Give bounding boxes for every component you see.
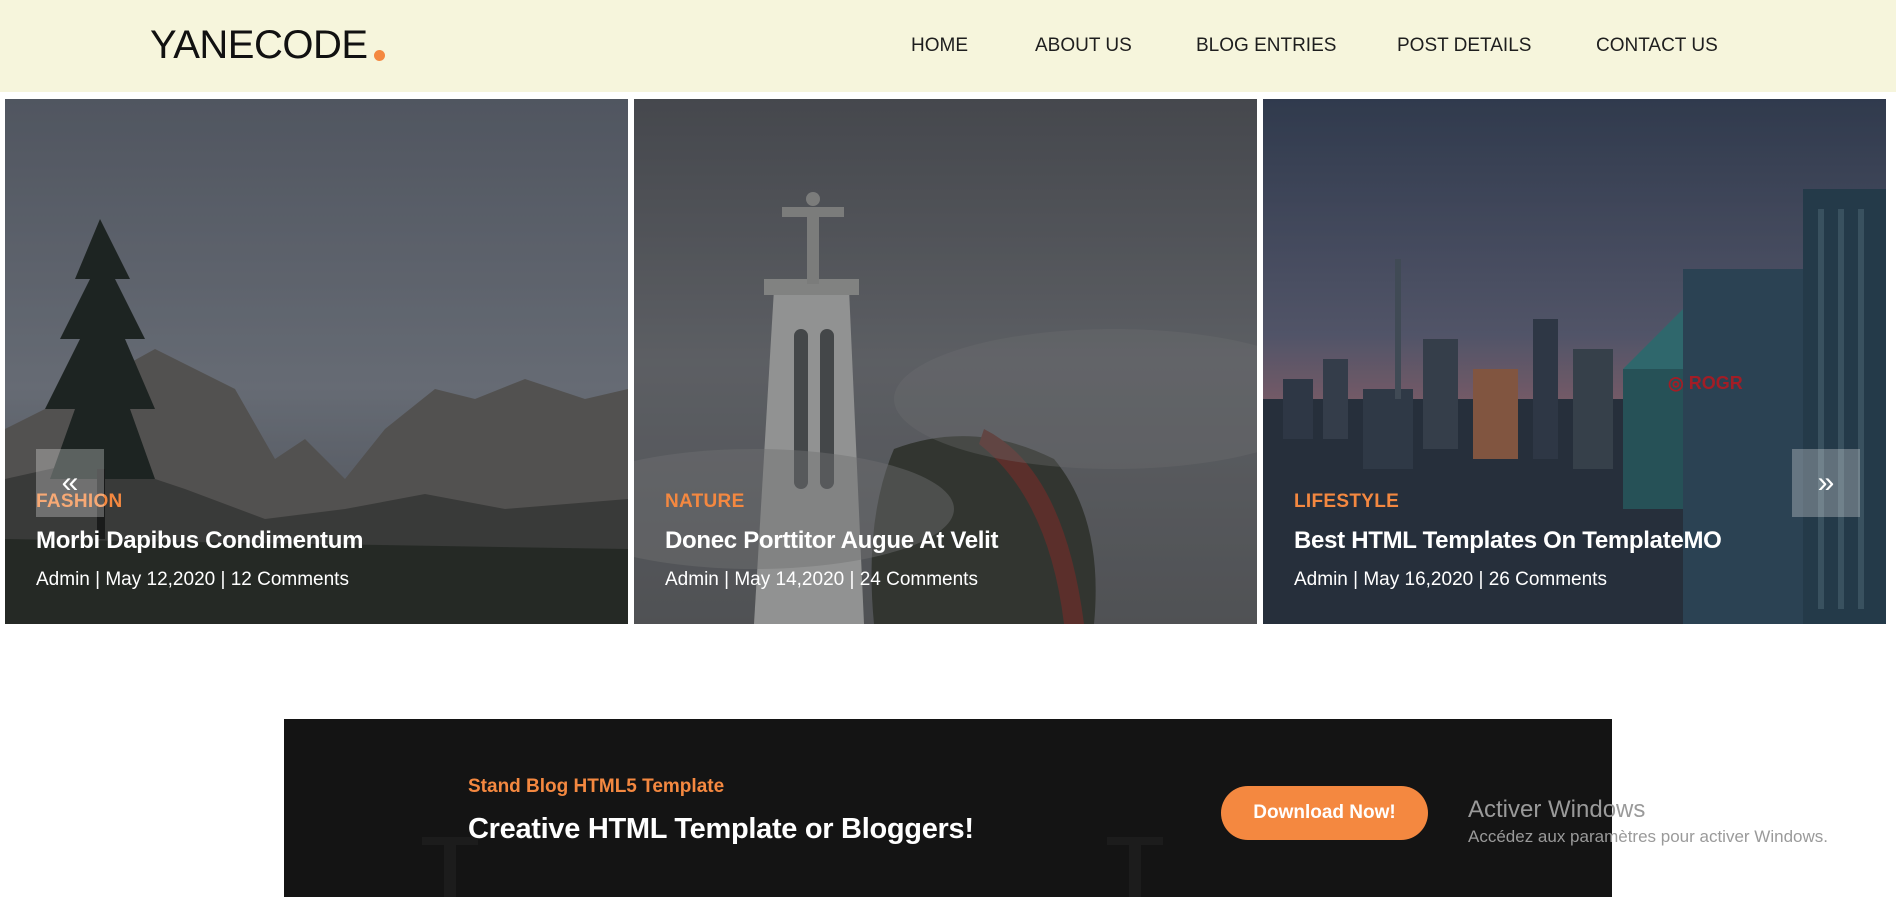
download-now-button[interactable]: Download Now!	[1221, 786, 1428, 840]
slide-fashion[interactable]: FASHION Morbi Dapibus Condimentum Admin …	[5, 99, 628, 624]
cta-banner: Stand Blog HTML5 Template Creative HTML …	[284, 719, 1612, 897]
slide-meta: Admin | May 12,2020 | 12 Comments	[36, 569, 349, 590]
slide-nature[interactable]: NATURE Donec Porttitor Augue At Velit Ad…	[634, 99, 1257, 624]
nav-home[interactable]: HOME	[911, 32, 968, 60]
cta-subtitle: Stand Blog HTML5 Template	[468, 776, 725, 797]
slide-category[interactable]: NATURE	[665, 491, 745, 513]
nav-blog-entries[interactable]: BLOG ENTRIES	[1196, 32, 1336, 60]
watermark-title: Activer Windows	[1468, 796, 1646, 823]
slide-title[interactable]: Morbi Dapibus Condimentum	[36, 527, 363, 555]
nav-about-us[interactable]: ABOUT US	[1035, 32, 1132, 60]
slide-title[interactable]: Donec Porttitor Augue At Velit	[665, 527, 999, 555]
windows-activation-watermark: Activer Windows Accédez aux paramètres p…	[1468, 795, 1828, 849]
nav-post-details[interactable]: POST DETAILS	[1397, 32, 1531, 60]
slide-category[interactable]: LIFESTYLE	[1294, 491, 1399, 513]
featured-slider: FASHION Morbi Dapibus Condimentum Admin …	[0, 99, 1896, 624]
chevron-double-left-icon[interactable]: «	[36, 449, 104, 517]
logo-dot	[374, 50, 385, 61]
cta-title: Creative HTML Template or Bloggers!	[468, 813, 974, 845]
site-logo[interactable]: YANECODE	[150, 20, 368, 70]
chevron-double-right-icon[interactable]: »	[1792, 449, 1860, 517]
site-header: YANECODE HOME ABOUT US BLOG ENTRIES POST…	[0, 0, 1896, 92]
slide-meta: Admin | May 14,2020 | 24 Comments	[665, 569, 978, 590]
slide-meta: Admin | May 16,2020 | 26 Comments	[1294, 569, 1607, 590]
nav-contact-us[interactable]: CONTACT US	[1596, 32, 1718, 60]
slide-title[interactable]: Best HTML Templates On TemplateMO	[1294, 527, 1722, 555]
watermark-subtitle: Accédez aux paramètres pour activer Wind…	[1468, 827, 1828, 846]
slide-lifestyle[interactable]: ◎ ROGR LIFESTYLE Best HTML Templates On …	[1263, 99, 1886, 624]
